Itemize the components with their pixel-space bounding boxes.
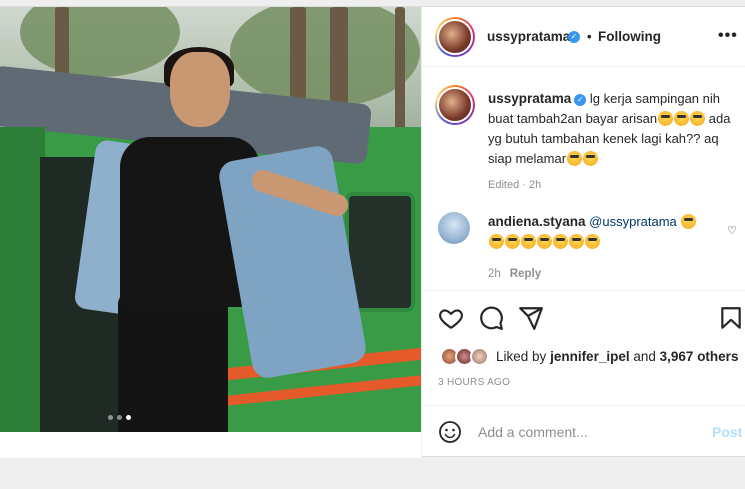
foliage — [20, 7, 180, 77]
add-comment-bar: Post — [422, 405, 745, 458]
emoji-icon — [681, 214, 697, 229]
post-caption: ussypratama ✓ lg kerja sampingan nih buat… — [422, 67, 745, 207]
post-header: ussypratama ✓ • Following ••• — [422, 7, 745, 67]
comment-text: andiena.styana @ussypratama — [488, 212, 718, 252]
avatar-image — [437, 19, 473, 55]
action-bar — [422, 290, 745, 348]
likes-prefix: Liked by — [496, 349, 547, 364]
avatar-image — [437, 87, 473, 123]
emoji-icon — [674, 111, 690, 126]
caption-text: ussypratama ✓ lg kerja sampingan nih buat… — [488, 89, 738, 169]
emoji-icon — [537, 234, 552, 249]
share-icon[interactable] — [518, 305, 544, 331]
comment-time: 2h — [488, 268, 501, 280]
commenter-avatar[interactable] — [438, 212, 470, 244]
van-door — [0, 127, 45, 432]
post-sidebar: ussypratama ✓ • Following ••• ussypratam… — [421, 7, 745, 458]
header-separator: • — [587, 29, 592, 44]
heart-icon[interactable] — [438, 305, 464, 331]
liker-avatar[interactable] — [470, 347, 489, 366]
author-username[interactable]: ussypratama — [487, 29, 570, 44]
commenter-username[interactable]: andiena.styana — [488, 214, 586, 229]
comment-meta: 2h Reply — [488, 268, 541, 280]
post-photo[interactable] — [0, 7, 421, 432]
person-legs — [118, 292, 228, 432]
liker-username[interactable]: jennifer_ipel — [550, 349, 630, 364]
comment-icon[interactable] — [478, 305, 504, 331]
carousel-dot — [108, 415, 113, 420]
likes-row: Liked by jennifer_ipel and 3,967 others — [422, 347, 745, 371]
caption-avatar[interactable] — [435, 85, 475, 125]
emoji-icon — [585, 234, 600, 249]
emoji-icon — [583, 151, 599, 166]
emoji-icon — [567, 151, 583, 166]
comment-item: andiena.styana @ussypratama 2h Reply ♡ — [422, 212, 745, 287]
verified-badge-icon: ✓ — [568, 31, 580, 43]
post-timestamp[interactable]: 3 HOURS AGO — [438, 377, 510, 388]
post-comment-button[interactable]: Post — [712, 424, 742, 440]
emoji-icon — [521, 234, 536, 249]
add-comment-input[interactable] — [478, 418, 698, 446]
emoji-icon — [658, 111, 674, 126]
verified-badge-icon: ✓ — [574, 93, 587, 106]
more-options-icon[interactable]: ••• — [718, 27, 738, 45]
foliage — [230, 7, 420, 107]
carousel-dot — [117, 415, 122, 420]
media-bottom-strip — [0, 432, 421, 458]
caption-meta: Edited · 2h — [488, 179, 542, 191]
carousel-indicator — [108, 415, 131, 420]
person-head — [170, 52, 230, 127]
comment-mention[interactable]: @ussypratama — [589, 214, 677, 229]
emoji-icon — [553, 234, 568, 249]
author-avatar[interactable] — [435, 17, 475, 57]
emoji-icon — [505, 234, 520, 249]
reply-button[interactable]: Reply — [510, 268, 541, 280]
emoji-smile-icon[interactable] — [438, 420, 462, 444]
caption-username[interactable]: ussypratama — [488, 91, 571, 106]
emoji-icon — [690, 111, 706, 126]
likes-text: Liked by jennifer_ipel and 3,967 others — [496, 349, 738, 364]
instagram-post: ussypratama ✓ • Following ••• ussypratam… — [0, 6, 745, 458]
likes-conj: and — [633, 349, 656, 364]
like-comment-heart-icon[interactable]: ♡ — [727, 224, 737, 237]
carousel-dot-active — [126, 415, 131, 420]
bookmark-icon[interactable] — [718, 305, 744, 331]
following-button[interactable]: Following — [598, 29, 661, 44]
emoji-icon — [489, 234, 504, 249]
emoji-icon — [569, 234, 584, 249]
likes-count[interactable]: 3,967 others — [660, 349, 739, 364]
